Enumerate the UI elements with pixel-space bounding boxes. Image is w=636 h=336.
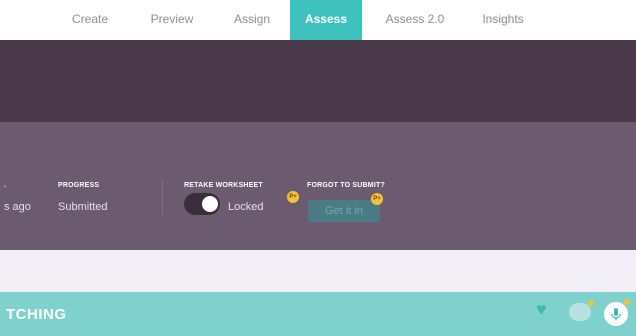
microphone-button[interactable] [604, 302, 628, 326]
comment-notification-dot [588, 300, 594, 306]
assess-page: Create Preview Assign Assess Assess 2.0 … [0, 0, 636, 336]
retake-worksheet-status: Locked [228, 201, 264, 213]
tab-assign[interactable]: Assign [222, 0, 282, 40]
comment-button[interactable] [569, 303, 591, 321]
retake-worksheet-toggle[interactable] [184, 193, 220, 215]
submitted-time-value: s ago [4, 201, 31, 213]
toggle-knob [202, 196, 218, 212]
tab-preview[interactable]: Preview [140, 0, 204, 40]
microphone-icon [611, 308, 621, 320]
tab-assess-2[interactable]: Assess 2.0 [372, 0, 458, 40]
header-band [0, 40, 636, 122]
content-strip [0, 250, 636, 292]
tab-create[interactable]: Create [60, 0, 120, 40]
stats-divider [162, 180, 163, 215]
forgot-to-submit-label: FORGOT TO SUBMIT? [307, 182, 385, 189]
retake-worksheet-label: RETAKE WORKSHEET [184, 182, 263, 189]
progress-value: Submitted [58, 201, 108, 213]
cut-off-label-fragment: . [4, 182, 7, 189]
tab-assess[interactable]: Assess [290, 0, 362, 46]
heart-icon[interactable]: ♥ [536, 300, 547, 318]
get-it-in-button[interactable]: Get it in [308, 200, 380, 222]
tab-insights[interactable]: Insights [470, 0, 536, 40]
get-it-in-pro-badge-icon: P+ [371, 193, 383, 205]
retake-pro-badge-icon: P+ [287, 191, 299, 203]
activity-title: TCHING [6, 306, 67, 323]
microphone-notification-dot [624, 299, 630, 305]
progress-label: PROGRESS [58, 182, 100, 189]
top-nav: Create Preview Assign Assess Assess 2.0 … [0, 0, 636, 46]
